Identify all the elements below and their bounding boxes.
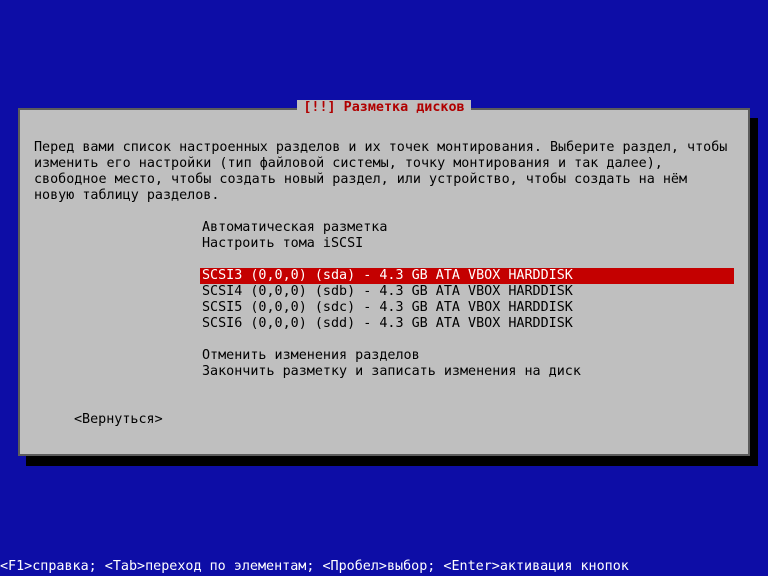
dialog-title: [!!] Разметка дисков [297,100,470,116]
dialog-intro-text: Перед вами список настроенных разделов и… [34,140,734,204]
menu-item-disk-0[interactable]: SCSI3 (0,0,0) (sda) - 4.3 GB ATA VBOX HA… [200,268,734,284]
menu-item-bottom-0[interactable]: Отменить изменения разделов [200,348,734,364]
back-button-label: <Вернуться> [74,412,163,427]
partition-dialog: [!!] Разметка дисков Перед вами список н… [18,108,750,456]
menu-item-disk-2[interactable]: SCSI5 (0,0,0) (sdc) - 4.3 GB ATA VBOX HA… [200,300,734,316]
menu-item-top-1[interactable]: Настроить тома iSCSI [200,236,734,252]
hotkey-footer: <F1>справка; <Tab>переход по элементам; … [0,558,768,576]
back-button[interactable]: <Вернуться> [34,412,734,428]
menu-group-top: Автоматическая разметкаНастроить тома iS… [34,220,734,252]
dialog-title-wrap: [!!] Разметка дисков [20,100,748,116]
menu-item-disk-1[interactable]: SCSI4 (0,0,0) (sdb) - 4.3 GB ATA VBOX HA… [200,284,734,300]
menu-item-disk-3[interactable]: SCSI6 (0,0,0) (sdd) - 4.3 GB ATA VBOX HA… [200,316,734,332]
dialog-shadow-bottom [26,456,758,466]
dialog-shadow-right [750,118,758,466]
menu-group-disks: SCSI3 (0,0,0) (sda) - 4.3 GB ATA VBOX HA… [34,268,734,332]
menu-item-top-0[interactable]: Автоматическая разметка [200,220,734,236]
menu-item-bottom-1[interactable]: Закончить разметку и записать изменения … [200,364,734,380]
menu-group-bottom: Отменить изменения разделовЗакончить раз… [34,348,734,380]
